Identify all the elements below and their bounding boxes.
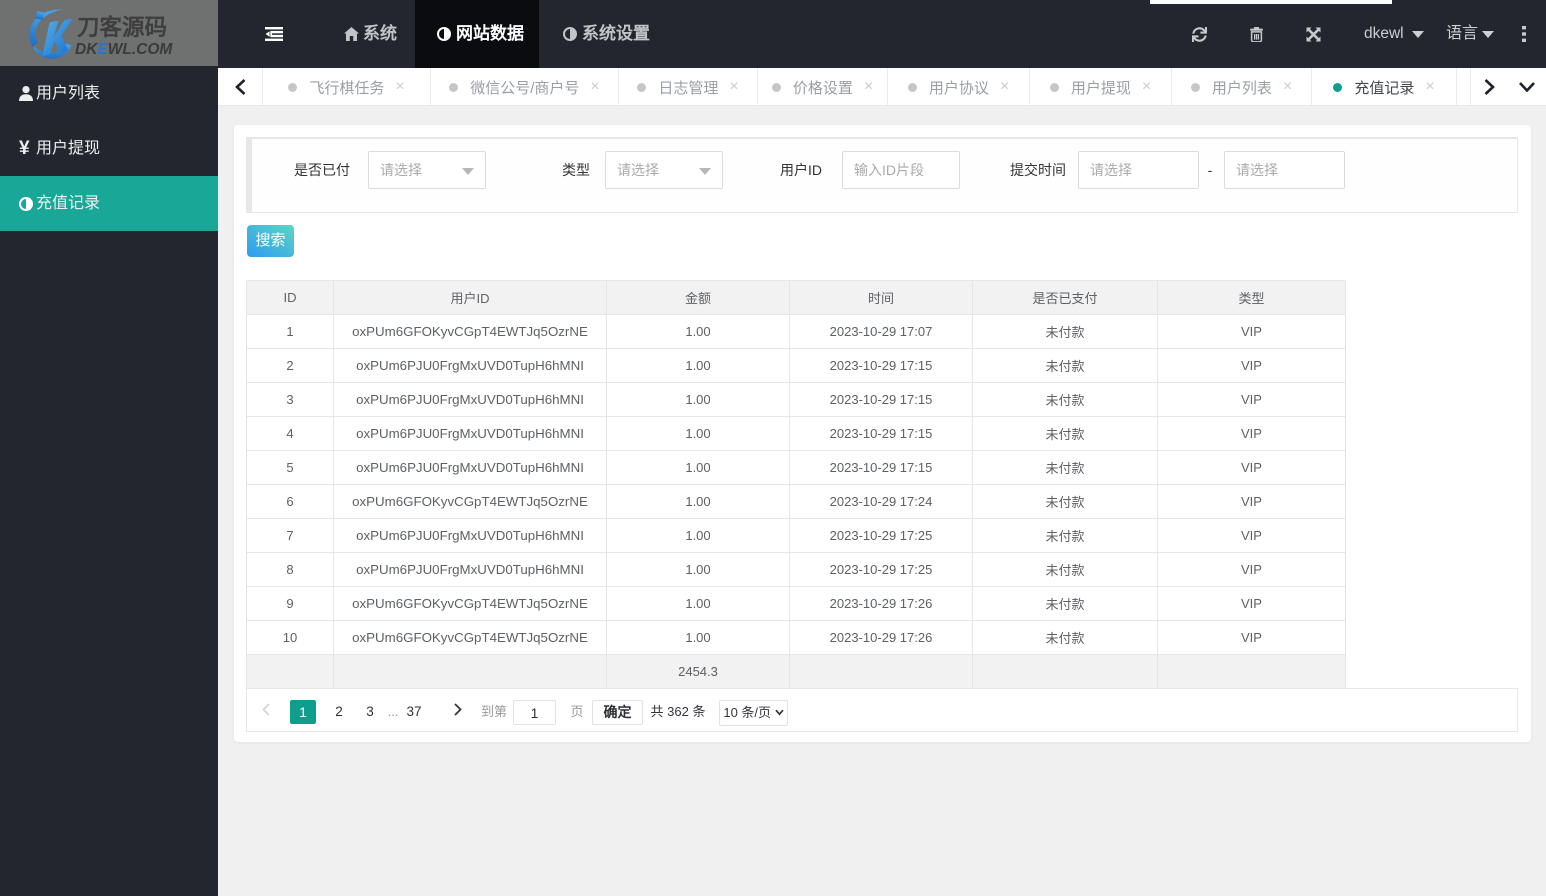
svg-text:刀客源码: 刀客源码 [77, 14, 167, 40]
svg-text:DKEWL.COM: DKEWL.COM [75, 41, 173, 58]
